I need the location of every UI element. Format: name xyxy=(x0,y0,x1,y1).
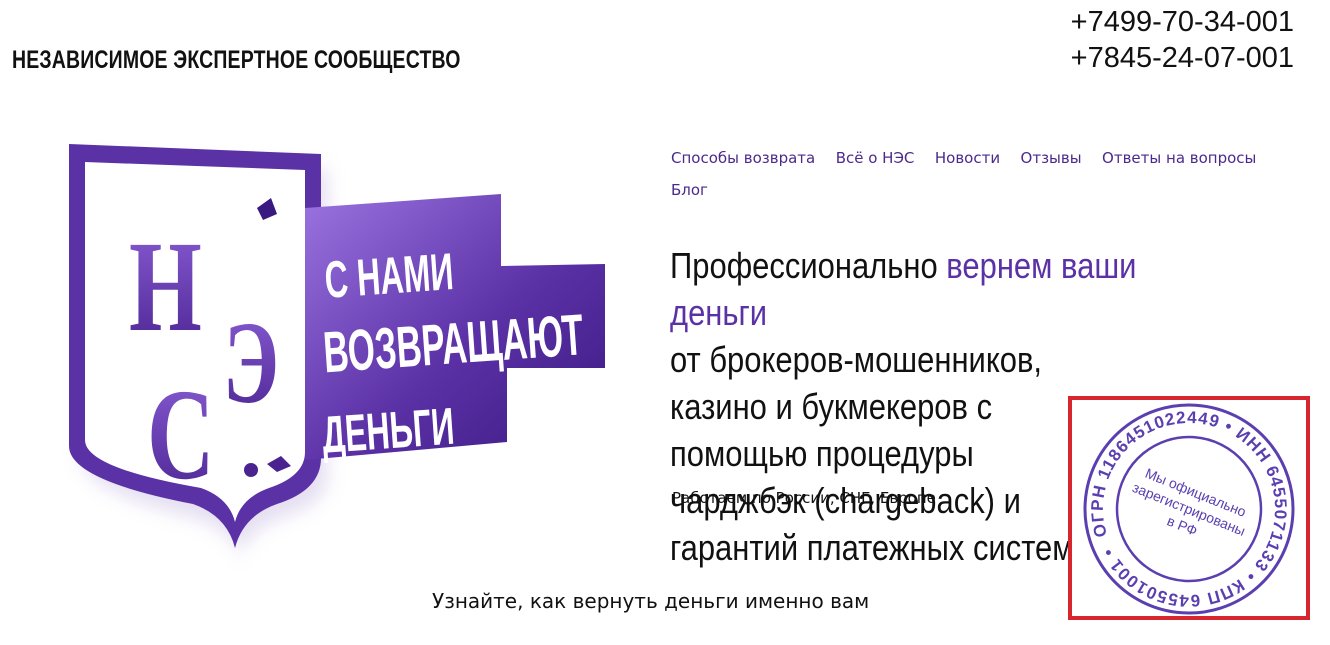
cta-text[interactable]: Узнайте, как вернуть деньги именно вам xyxy=(432,589,869,613)
nav-item-blog[interactable]: Блог xyxy=(671,178,708,202)
phone-list: +7499-70-34-001 +7845-24-07-001 xyxy=(1071,4,1294,76)
monogram-letter-3: С xyxy=(147,362,215,507)
nes-logo[interactable]: Н Э С С НАМИ ВОЗВРАЩАЮТ ДЕНЬГИ xyxy=(55,140,615,580)
main-nav: Способы возврата Всё о НЭС Новости Отзыв… xyxy=(671,146,1311,210)
site-title: НЕЗАВИСИМОЕ ЭКСПЕРТНОЕ СООБЩЕСТВО xyxy=(12,46,461,74)
nav-item-refund-methods[interactable]: Способы возврата xyxy=(671,146,815,170)
nav-item-about[interactable]: Всё о НЭС xyxy=(836,146,915,170)
region-text: Работаем по России, СНГ, Европе xyxy=(672,489,936,507)
nav-item-news[interactable]: Новости xyxy=(935,146,1000,170)
monogram-letter-2: Э xyxy=(223,298,279,429)
headline-rest: от брокеров-мошенников, казино и букмеке… xyxy=(670,339,1074,568)
phone-link-1[interactable]: +7499-70-34-001 xyxy=(1071,4,1294,40)
phone-link-2[interactable]: +7845-24-07-001 xyxy=(1071,40,1294,76)
monogram-letter-1: Н xyxy=(129,214,202,359)
headline-start: Профессионально xyxy=(670,245,947,286)
nav-item-reviews[interactable]: Отзывы xyxy=(1021,146,1082,170)
slogan-line-3: ДЕНЬГИ xyxy=(320,398,456,465)
registration-stamp: ОГРН 1186451022449 • ИНН 6455071133 • КП… xyxy=(1078,398,1300,620)
dot-icon xyxy=(244,463,258,477)
nav-item-faq[interactable]: Ответы на вопросы xyxy=(1102,146,1256,170)
slogan-line-1: С НАМИ xyxy=(323,243,456,310)
